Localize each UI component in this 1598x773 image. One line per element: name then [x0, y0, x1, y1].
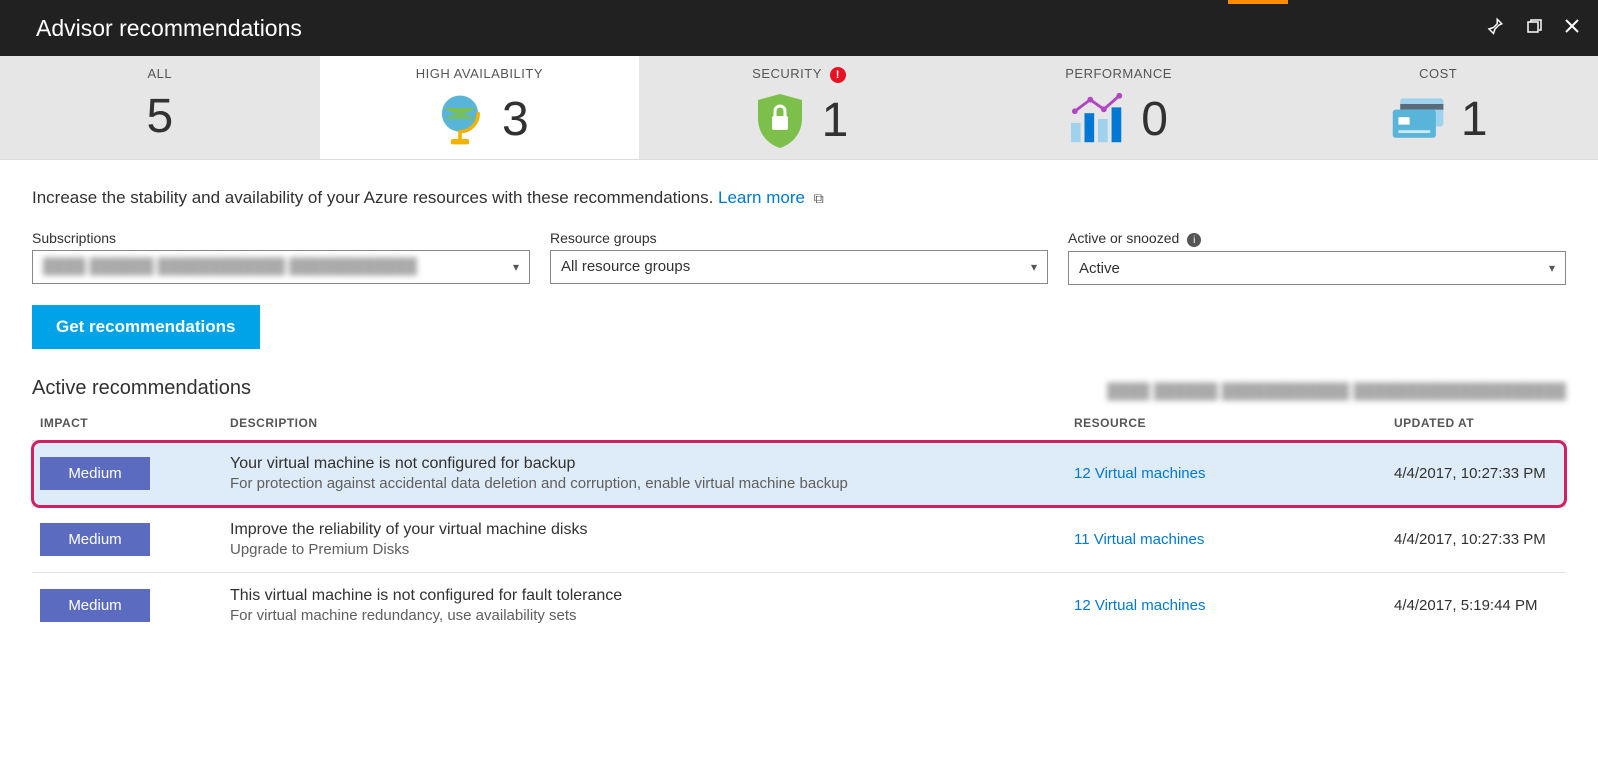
- lead-text: Increase the stability and availability …: [32, 188, 1566, 208]
- col-resource[interactable]: RESOURCE: [1066, 406, 1386, 441]
- recommendations-table: IMPACT DESCRIPTION RESOURCE UPDATED AT M…: [32, 406, 1566, 638]
- tab-all[interactable]: ALL 5: [0, 56, 320, 159]
- impact-badge: Medium: [40, 457, 150, 490]
- updated-at: 4/4/2017, 10:27:33 PM: [1386, 441, 1566, 507]
- tab-cost[interactable]: COST 1: [1278, 56, 1598, 159]
- col-impact[interactable]: IMPACT: [32, 406, 222, 441]
- scope-text: ████ ██████ ████████████ ███████████████…: [1107, 383, 1566, 400]
- table-row[interactable]: Medium Improve the reliability of your vi…: [32, 507, 1566, 573]
- page-title: Advisor recommendations: [36, 15, 302, 42]
- active-recommendations-heading: Active recommendations: [32, 377, 251, 400]
- accent-stripe: [1228, 0, 1288, 4]
- row-subtitle: For protection against accidental data d…: [230, 475, 1058, 492]
- shield-icon: [750, 91, 810, 151]
- resource-link[interactable]: 12 Virtual machines: [1074, 597, 1205, 614]
- globe-icon: [430, 89, 490, 149]
- external-link-icon: ⧉: [814, 190, 824, 207]
- col-updated[interactable]: UPDATED AT: [1386, 406, 1566, 441]
- credit-card-icon: [1389, 89, 1449, 149]
- info-icon[interactable]: i: [1187, 233, 1201, 247]
- subscriptions-label: Subscriptions: [32, 230, 530, 246]
- filter-row: Subscriptions ████ ██████ ████████████ █…: [32, 230, 1566, 286]
- resource-groups-label: Resource groups: [550, 230, 1048, 246]
- updated-at: 4/4/2017, 5:19:44 PM: [1386, 573, 1566, 639]
- close-icon[interactable]: [1564, 18, 1580, 39]
- category-tabs: ALL 5 HIGH AVAILABILITY 3 SECURITY !: [0, 56, 1598, 160]
- resource-link[interactable]: 11 Virtual machines: [1074, 531, 1204, 548]
- table-row[interactable]: Medium Your virtual machine is not config…: [32, 441, 1566, 507]
- titlebar: Advisor recommendations: [0, 0, 1598, 56]
- tab-security[interactable]: SECURITY ! 1: [639, 56, 959, 159]
- window-controls: [1486, 17, 1580, 40]
- row-title: Your virtual machine is not configured f…: [230, 455, 1058, 473]
- alert-icon: !: [830, 67, 846, 83]
- pin-icon[interactable]: [1486, 17, 1504, 40]
- get-recommendations-button[interactable]: Get recommendations: [32, 305, 260, 349]
- table-row[interactable]: Medium This virtual machine is not config…: [32, 573, 1566, 639]
- active-snoozed-select[interactable]: Active ▾: [1068, 251, 1566, 285]
- learn-more-link[interactable]: Learn more: [718, 188, 805, 207]
- impact-badge: Medium: [40, 589, 150, 622]
- row-title: Improve the reliability of your virtual …: [230, 521, 1058, 539]
- tab-high-availability[interactable]: HIGH AVAILABILITY 3: [320, 56, 640, 159]
- row-subtitle: For virtual machine redundancy, use avai…: [230, 607, 1058, 624]
- chevron-down-icon: ▾: [1549, 261, 1555, 275]
- chevron-down-icon: ▾: [513, 260, 519, 274]
- chevron-down-icon: ▾: [1031, 260, 1037, 274]
- content-area: Increase the stability and availability …: [0, 160, 1598, 639]
- row-title: This virtual machine is not configured f…: [230, 587, 1058, 605]
- tab-performance[interactable]: PERFORMANCE 0: [959, 56, 1279, 159]
- restore-icon[interactable]: [1526, 18, 1542, 39]
- col-description[interactable]: DESCRIPTION: [222, 406, 1066, 441]
- row-subtitle: Upgrade to Premium Disks: [230, 541, 1058, 558]
- updated-at: 4/4/2017, 10:27:33 PM: [1386, 507, 1566, 573]
- resource-link[interactable]: 12 Virtual machines: [1074, 465, 1205, 482]
- resource-groups-select[interactable]: All resource groups ▾: [550, 250, 1048, 284]
- subscriptions-select[interactable]: ████ ██████ ████████████ ████████████ ▾: [32, 250, 530, 284]
- impact-badge: Medium: [40, 523, 150, 556]
- active-snoozed-label: Active or snoozed i: [1068, 230, 1566, 248]
- chart-icon: [1069, 89, 1129, 149]
